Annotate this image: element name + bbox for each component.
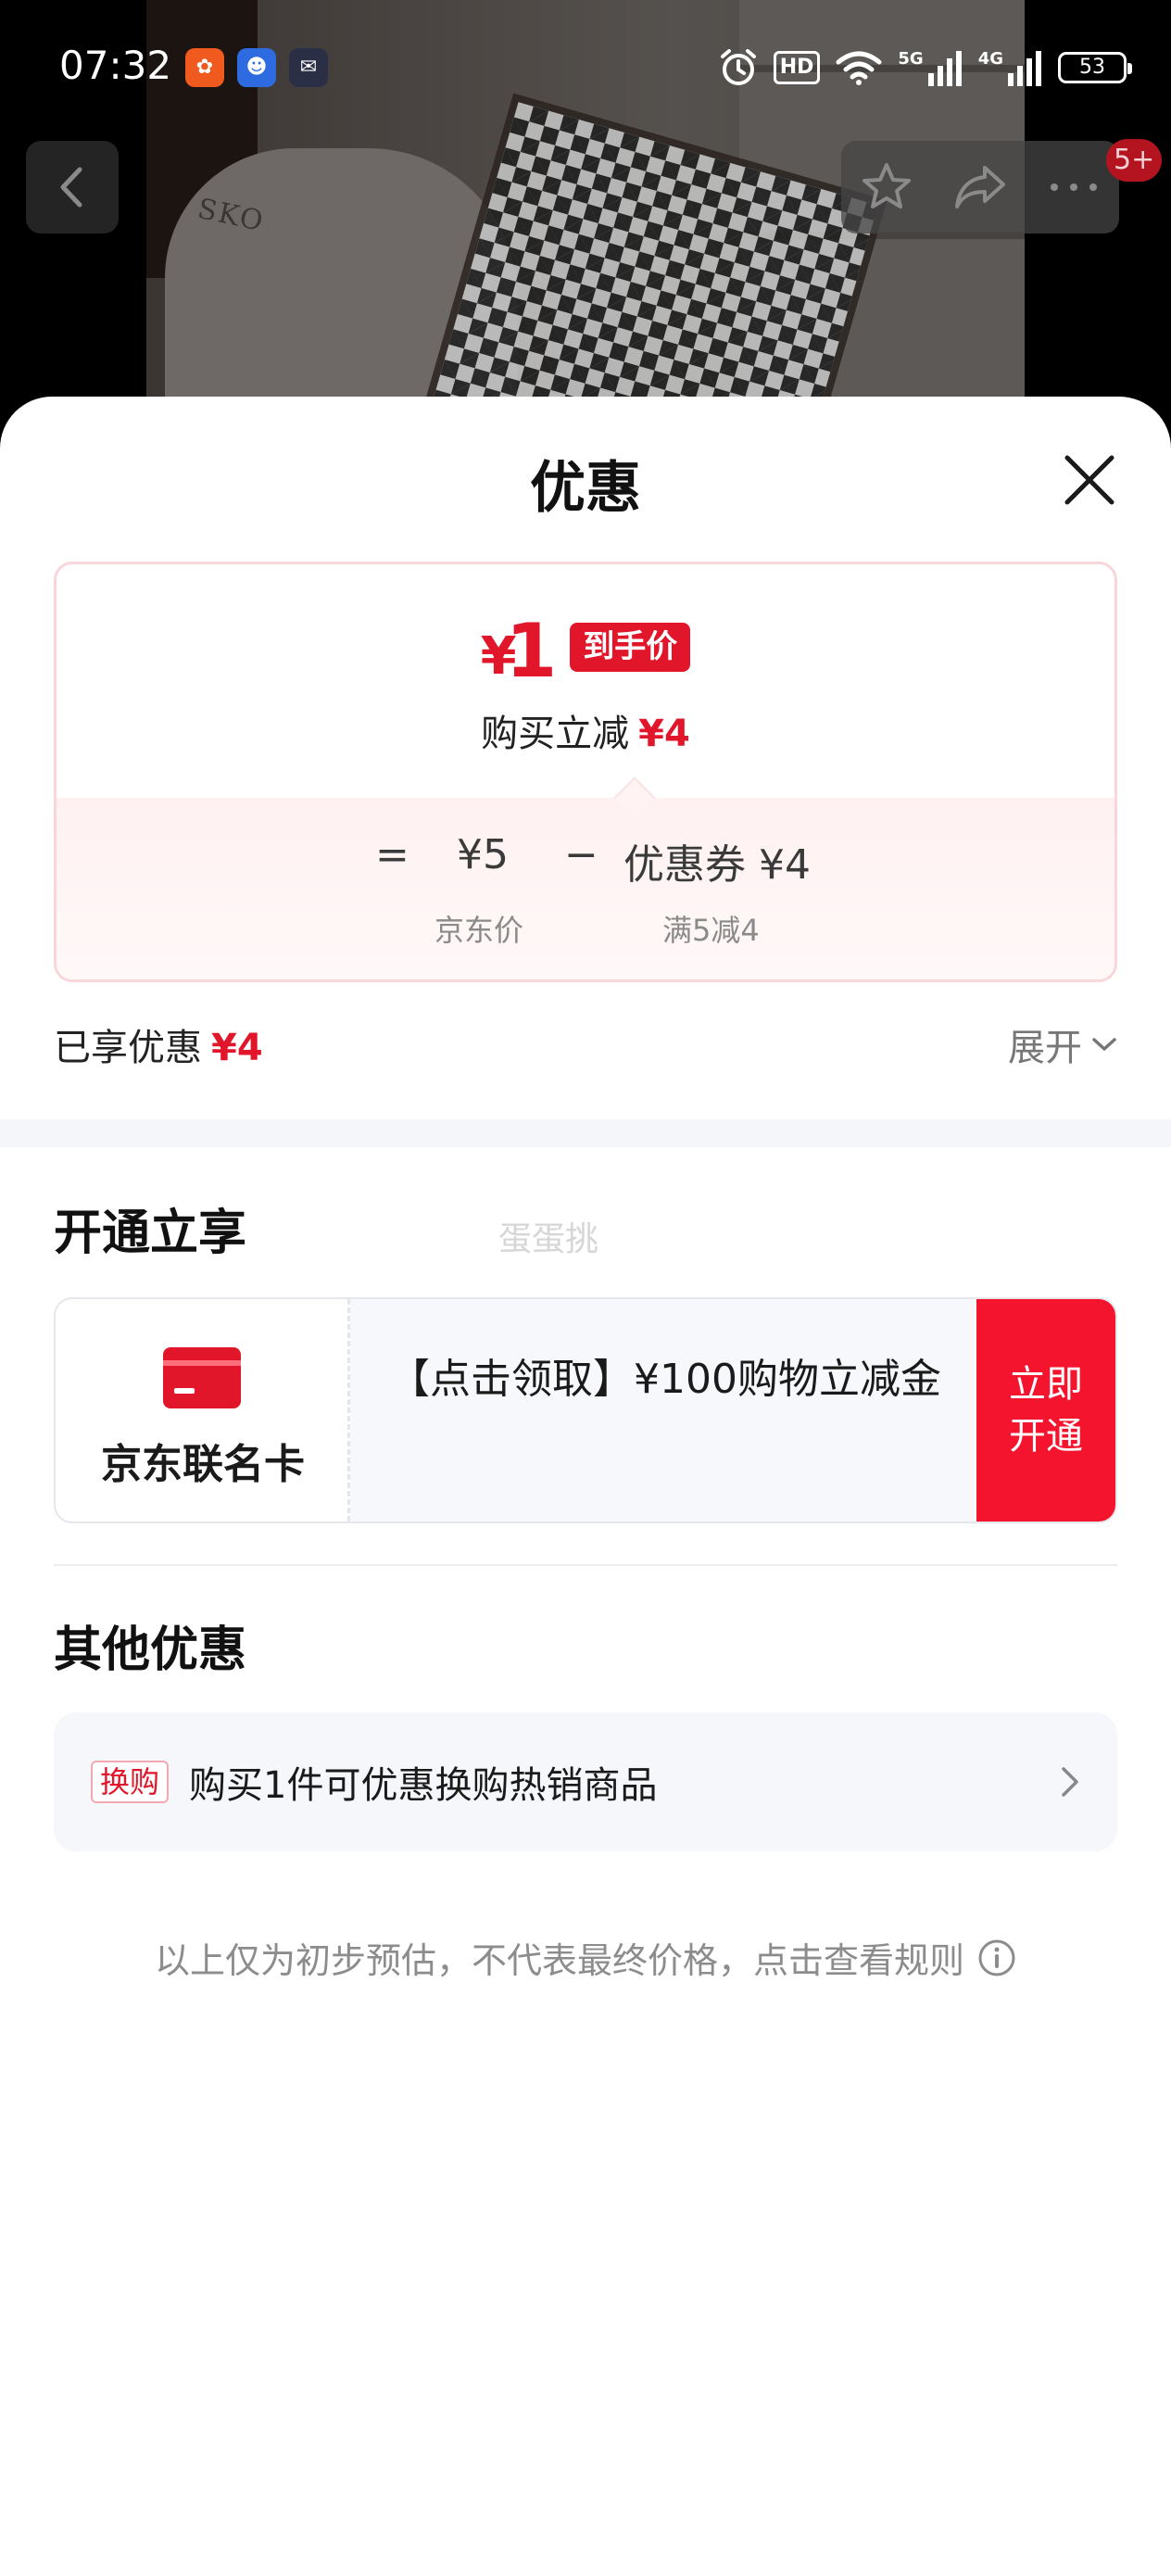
trade-in-offer-row[interactable]: 换购 购买1件可优惠换购热销商品 (54, 1712, 1117, 1851)
jd-price-value: ¥5 (457, 831, 509, 878)
back-button[interactable] (26, 141, 119, 234)
final-price: ¥ 1 (481, 614, 558, 688)
close-icon[interactable] (1060, 450, 1119, 510)
status-indicators: HD 5G 4G 53 (718, 43, 1132, 93)
status-time: 07:32 (59, 43, 172, 88)
credit-card-icon (163, 1347, 241, 1408)
instant-save-value: ¥4 (638, 713, 690, 755)
share-icon[interactable] (951, 160, 1009, 214)
chevron-down-icon (1092, 1038, 1116, 1051)
watermark-text: 蛋蛋挑 (498, 1220, 599, 1258)
card-brand-area: 京东联名卡 (56, 1299, 350, 1522)
minus-sign: − (564, 831, 598, 878)
notification-badge: 5+ (1106, 139, 1163, 182)
alarm-icon (720, 49, 756, 85)
expand-label: 展开 (1008, 1027, 1082, 1069)
price-breakdown-card: ¥ 1 到手价 购买立减 ¥4 = ¥5 − 优惠券 ¥4 京东价 满5减4 (54, 562, 1117, 982)
thin-divider (54, 1564, 1117, 1566)
final-price-area: ¥ 1 到手价 购买立减 ¥4 (57, 564, 1114, 798)
savings-summary: 已享优惠 ¥4 (54, 1017, 263, 1071)
status-bar: 07:32 ✿ ☻ ✉ HD 5G 4G 53 (0, 0, 1171, 139)
info-icon (978, 1939, 1015, 1976)
baidu-notification-icon: ☻ (237, 48, 276, 87)
network-5g-label: 5G (898, 49, 924, 69)
card-offer-description: 【点击领取】¥100购物立减金 (389, 1356, 941, 1403)
final-price-row: ¥ 1 到手价 (57, 609, 1114, 688)
card-name: 京东联名卡 (101, 1441, 305, 1488)
jd-price-label: 京东价 (434, 913, 524, 948)
network-4g-label: 4G (977, 49, 1003, 69)
coupon-value: 优惠券 ¥4 (623, 841, 811, 889)
price-calculation-area: = ¥5 − 优惠券 ¥4 京东价 满5减4 (57, 798, 1114, 979)
co-branded-card-offer[interactable]: 京东联名卡 【点击领取】¥100购物立减金 立即开通 (54, 1297, 1117, 1523)
instant-save-row: 购买立减 ¥4 (57, 703, 1114, 757)
equals-sign: = (375, 831, 409, 878)
trade-in-text: 购买1件可优惠换购热销商品 (189, 1764, 658, 1807)
disclaimer-link[interactable]: 以上仅为初步预估，不代表最终价格，点击查看规则 (0, 1932, 1171, 1983)
more-icon[interactable] (1047, 178, 1101, 196)
sheet-title: 优惠 (530, 456, 641, 521)
disclaimer-text: 以上仅为初步预估，不代表最终价格，点击查看规则 (154, 1940, 964, 1981)
wifi-icon (836, 51, 882, 85)
expand-button[interactable]: 展开 (1008, 1017, 1117, 1071)
signal-icon (927, 51, 962, 86)
open-now-button[interactable]: 立即开通 (976, 1299, 1115, 1522)
signal-icon (1008, 51, 1041, 86)
app-notification-icon: ✿ (185, 48, 224, 87)
coupon-condition: 满5减4 (662, 913, 760, 948)
chevron-left-icon (60, 167, 82, 208)
final-price-value: 1 (505, 608, 558, 694)
savings-label: 已享优惠 (54, 1027, 202, 1069)
savings-value: ¥4 (211, 1027, 263, 1069)
trade-in-tag: 换购 (91, 1760, 170, 1804)
hd-icon: HD (773, 51, 821, 84)
battery-indicator: 53 (1058, 52, 1132, 83)
open-section-title: 开通立享 (54, 1206, 247, 1261)
final-price-tag: 到手价 (570, 623, 691, 672)
section-divider (0, 1119, 1171, 1147)
instant-save-label: 购买立减 (481, 713, 630, 755)
discount-sheet: 优惠 ¥ 1 到手价 购买立减 ¥4 = ¥5 − 优惠券 ¥4 京东价 满5减4 (0, 397, 1171, 2576)
message-notification-icon: ✉ (289, 48, 328, 87)
signal-5g: 5G (898, 49, 963, 86)
star-icon[interactable] (860, 160, 913, 214)
signal-4g: 4G (978, 49, 1043, 86)
other-section-title: 其他优惠 (54, 1623, 247, 1678)
nav-actions (841, 141, 1119, 234)
chevron-right-icon (1062, 1767, 1078, 1797)
